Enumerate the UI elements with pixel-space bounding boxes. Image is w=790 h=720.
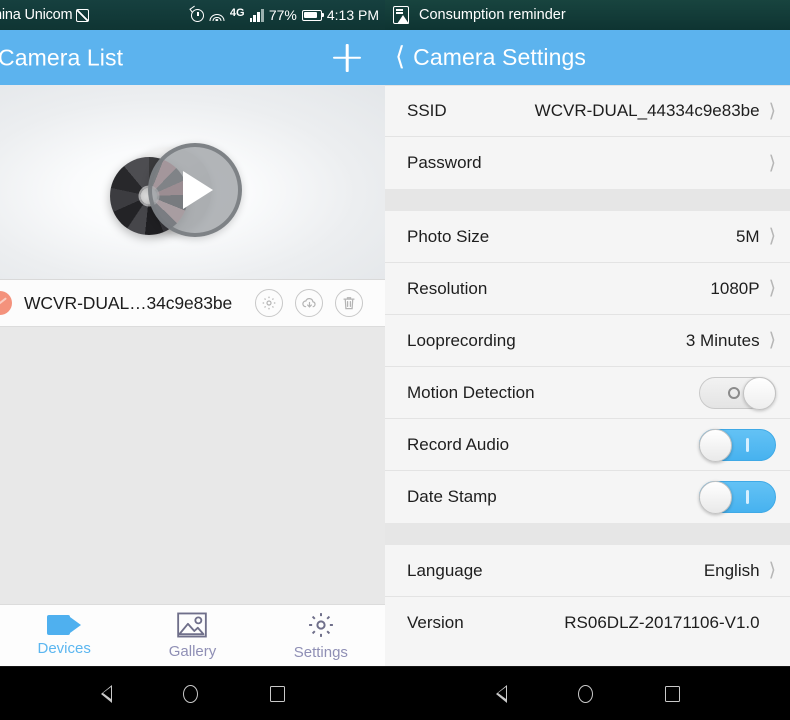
sim-card-icon [76,8,90,22]
row-record-audio[interactable]: Record Audio [385,419,790,471]
battery-percent-label: 77% [268,7,297,23]
status-icons: 4G 77% 4:13 PM [190,6,379,23]
toggle-on-mark-icon [746,490,749,504]
battery-icon [301,9,325,21]
tab-devices[interactable]: Devices [0,614,128,657]
row-label: Record Audio [407,434,510,454]
tab-gallery-label: Gallery [168,642,217,660]
signal-bars-icon [249,8,264,22]
toggle-knob [743,376,776,410]
toggle-knob [699,428,732,462]
list-item[interactable]: WCVR-DUAL…34c9e83be [0,280,385,327]
alarm-clock-icon [190,8,204,22]
camcorder-icon [47,614,82,635]
row-date-stamp[interactable]: Date Stamp [385,471,790,523]
tab-gallery[interactable]: Gallery [128,612,256,660]
delete-icon[interactable] [335,289,363,317]
clock-label: 4:13 PM [326,7,379,23]
camera-thumbnail[interactable] [0,85,385,280]
home-icon[interactable] [578,684,593,703]
image-icon [177,612,208,637]
row-label: Looprecording [407,330,516,350]
chevron-right-icon: ⟩ [768,225,776,247]
row-value: English [703,560,760,580]
chevron-right-icon: ⟩ [768,151,776,174]
report-icon [393,6,409,24]
toggle-knob [699,481,732,514]
record-audio-toggle[interactable] [699,428,776,462]
wifi-icon [209,9,225,21]
list-bottom-filler [385,649,790,657]
row-label: Motion Detection [407,382,535,402]
home-icon[interactable] [183,684,198,703]
gear-icon [308,612,333,637]
row-label: Resolution [407,278,488,298]
status-bar: hina Unicom 4G 77% 4:13 PM [0,0,385,30]
row-label: Language [407,560,483,580]
toggle-on-mark-icon [746,437,749,452]
carrier-label: hina Unicom [0,7,73,23]
date-stamp-toggle[interactable] [699,481,776,514]
row-value: 3 Minutes [685,330,760,350]
toggle-off-mark-icon [728,386,740,399]
left-phone-panel: hina Unicom 4G 77% 4:13 PM Camera List W… [0,0,385,720]
tab-devices-label: Devices [37,639,91,657]
cloud-download-icon[interactable] [295,289,323,317]
row-label: Password [407,153,482,172]
back-icon[interactable] [495,684,507,703]
play-icon[interactable] [148,143,242,237]
android-nav-bar [385,666,790,720]
bottom-tab-bar: Devices Gallery Settings [0,604,385,666]
network-type-label: 4G [229,6,245,19]
app-bar: ⟨ Camera Settings [385,30,790,85]
back-icon[interactable] [100,684,112,703]
row-label: Date Stamp [407,487,497,506]
right-phone-panel: Consumption reminder ⟨ Camera Settings S… [385,0,790,720]
status-dot-icon [0,291,12,315]
chevron-right-icon: ⟩ [768,277,776,299]
carrier-area: hina Unicom [0,7,90,23]
row-label: Version [407,613,464,632]
chevron-right-icon: ⟩ [768,329,776,351]
consumption-reminder-label: Consumption reminder [419,7,566,23]
row-ssid[interactable]: SSID WCVR-DUAL_44334c9e83be ⟩ [385,85,790,137]
settings-icon[interactable] [255,289,283,317]
group-separator [385,189,790,211]
row-photo-size[interactable]: Photo Size 5M ⟩ [385,211,790,263]
empty-list-area [0,327,385,604]
row-value: RS06DLZ-20171106-V1.0 [564,613,760,632]
camera-actions [255,289,363,317]
group-separator [385,523,790,545]
row-value: WCVR-DUAL_44334c9e83be [534,101,760,120]
row-value: 1080P [710,278,760,298]
recents-icon[interactable] [665,685,680,702]
chevron-right-icon: ⟩ [768,559,776,581]
row-value: 5M [735,226,760,246]
add-camera-button[interactable] [331,42,363,74]
row-label: SSID [407,101,447,120]
app-bar: Camera List [0,30,385,85]
row-password[interactable]: Password ⟩ [385,137,790,189]
page-title: Camera Settings [413,44,586,70]
dual-screenshot: hina Unicom 4G 77% 4:13 PM Camera List W… [0,0,790,720]
row-resolution[interactable]: Resolution 1080P ⟩ [385,263,790,315]
row-language[interactable]: Language English ⟩ [385,545,790,597]
row-motion-detection[interactable]: Motion Detection [385,367,790,419]
row-version: Version RS06DLZ-20171106-V1.0 ⟩ [385,597,790,649]
tab-settings-label: Settings [293,643,348,661]
motion-detection-toggle[interactable] [699,376,776,410]
tab-settings[interactable]: Settings [257,611,385,661]
row-looprecording[interactable]: Looprecording 3 Minutes ⟩ [385,315,790,367]
page-title: Camera List [0,44,124,70]
camera-name-label: WCVR-DUAL…34c9e83be [24,292,233,313]
recents-icon[interactable] [270,685,285,702]
status-bar: Consumption reminder [385,0,790,30]
chevron-right-icon: ⟩ [768,99,776,122]
android-nav-bar [0,666,385,720]
row-label: Photo Size [407,226,490,246]
settings-list: SSID WCVR-DUAL_44334c9e83be ⟩ Password ⟩… [385,85,790,666]
chevron-left-icon[interactable]: ⟨ [395,44,405,70]
